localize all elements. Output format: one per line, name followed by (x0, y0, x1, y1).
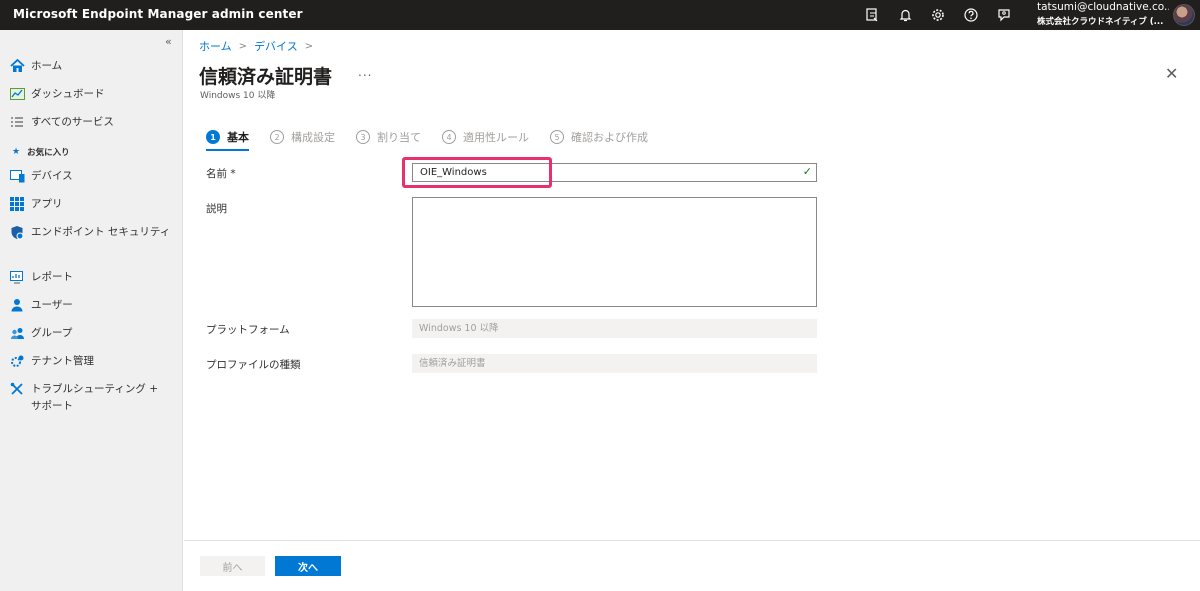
notification-bell-icon[interactable] (896, 6, 914, 24)
avatar[interactable] (1173, 4, 1195, 26)
sidebar-item-label: テナント管理 (31, 355, 94, 367)
sidebar-item-devices[interactable]: デバイス (9, 168, 179, 185)
step-configuration-settings[interactable]: 2 構成設定 (270, 129, 335, 145)
app-title[interactable]: Microsoft Endpoint Manager admin center (13, 7, 303, 21)
sidebar-item-apps[interactable]: アプリ (9, 196, 179, 213)
group-icon (9, 325, 25, 341)
next-button[interactable]: 次へ (275, 556, 341, 576)
sidebar-item-all-services[interactable]: すべてのサービス (9, 114, 179, 131)
sidebar-item-users[interactable]: ユーザー (9, 297, 179, 314)
name-label: 名前 * (206, 168, 236, 180)
account-info[interactable]: tatsumi@cloudnative.co... 株式会社クラウドネイティブ … (1037, 1, 1169, 27)
profile-type-value: 信頼済み証明書 (412, 354, 817, 373)
profile-type-label: プロファイルの種類 (206, 359, 301, 371)
step-assignments[interactable]: 3 割り当て (356, 129, 421, 145)
sidebar: « ホーム ダッシュボード すべてのサービス ★ お気に入り デバイス アプリ … (0, 30, 183, 591)
step-basics[interactable]: 1 基本 (206, 129, 249, 151)
sidebar-item-label: ダッシュボード (31, 88, 105, 100)
sidebar-item-troubleshooting[interactable]: トラブルシューティング + サポート (9, 381, 179, 415)
device-icon (9, 168, 25, 184)
sidebar-item-label: ホーム (31, 60, 63, 72)
step-applicability-rules[interactable]: 4 適用性ルール (442, 129, 529, 145)
top-bar: Microsoft Endpoint Manager admin center … (0, 0, 1200, 30)
sidebar-item-label: レポート (31, 271, 73, 283)
sidebar-item-home[interactable]: ホーム (9, 58, 179, 75)
breadcrumb-home[interactable]: ホーム (199, 38, 232, 54)
main-content: ホーム > デバイス > 信頼済み証明書 ... Windows 10 以降 ✕… (184, 30, 1200, 591)
sidebar-item-label: デバイス (31, 170, 73, 182)
sidebar-item-label: アプリ (31, 198, 63, 210)
sidebar-item-endpoint-security[interactable]: エンドポイント セキュリティ (9, 224, 179, 241)
sidebar-item-label: グループ (31, 327, 73, 339)
close-icon[interactable]: ✕ (1165, 64, 1178, 83)
report-icon (9, 269, 25, 285)
description-input[interactable] (412, 197, 817, 307)
sidebar-item-dashboard[interactable]: ダッシュボード (9, 86, 179, 103)
wizard-steps: 1 基本 2 構成設定 3 割り当て 4 適用性ルール 5 確認および作成 (206, 129, 669, 151)
previous-button[interactable]: 前へ (200, 556, 265, 576)
apps-grid-icon (9, 196, 25, 212)
sidebar-item-reports[interactable]: レポート (9, 269, 179, 286)
sidebar-item-groups[interactable]: グループ (9, 325, 179, 342)
troubleshoot-icon (9, 381, 25, 397)
checkmark-icon: ✓ (802, 165, 812, 178)
chevron-right-icon: > (238, 40, 248, 52)
sidebar-item-label: エンドポイント セキュリティ (31, 226, 171, 238)
description-label: 説明 (206, 203, 227, 215)
breadcrumb: ホーム > デバイス > (199, 38, 320, 54)
page-title: 信頼済み証明書 (199, 66, 333, 88)
star-icon: ★ (12, 147, 21, 157)
favorites-header: ★ お気に入り (12, 147, 70, 158)
more-options-icon[interactable]: ... (358, 65, 372, 79)
wizard-footer: 前へ 次へ (184, 540, 1200, 591)
collapse-sidebar-icon[interactable]: « (165, 35, 172, 48)
user-organization: 株式会社クラウドネイティブ (... (1037, 17, 1164, 27)
page-subtitle: Windows 10 以降 (200, 91, 276, 101)
platform-value: Windows 10 以降 (412, 319, 817, 338)
step-review-create[interactable]: 5 確認および作成 (550, 129, 648, 145)
list-icon (9, 114, 25, 130)
sidebar-item-tenant-admin[interactable]: テナント管理 (9, 353, 179, 370)
sidebar-item-label: すべてのサービス (31, 116, 114, 128)
help-icon[interactable] (962, 6, 980, 24)
user-email: tatsumi@cloudnative.co... (1037, 1, 1169, 13)
chevron-right-icon: > (304, 40, 314, 52)
user-icon (9, 297, 25, 313)
sidebar-item-label: ユーザー (31, 299, 73, 311)
sidebar-item-label: トラブルシューティング + サポート (31, 383, 159, 412)
feedback-icon[interactable] (995, 6, 1013, 24)
settings-gear-icon[interactable] (929, 6, 947, 24)
dashboard-icon (9, 86, 25, 102)
remote-device-icon[interactable] (863, 6, 881, 24)
platform-label: プラットフォーム (206, 324, 290, 336)
highlight-annotation (402, 157, 552, 188)
shield-icon (9, 224, 25, 240)
tenant-admin-icon (9, 353, 25, 369)
home-icon (9, 58, 25, 74)
breadcrumb-devices[interactable]: デバイス (254, 38, 298, 54)
